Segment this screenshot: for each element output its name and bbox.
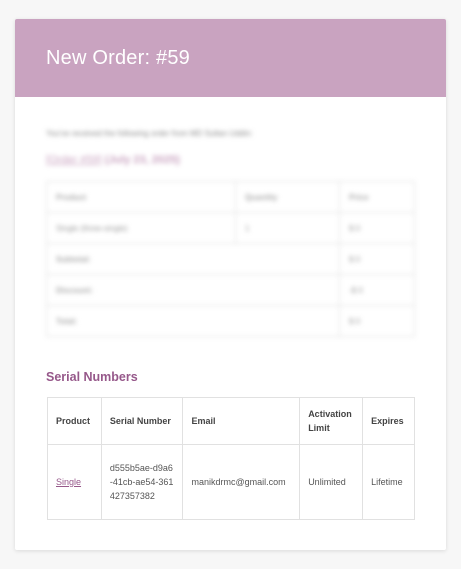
serials-col-serial-number: Serial Number (100, 397, 184, 445)
summary-col-price: Price (339, 181, 415, 213)
summary-discount-row: Discount: -$ 0 (46, 274, 415, 306)
summary-col-product: Product (46, 181, 236, 213)
summary-item-price: $ 0 (339, 212, 415, 244)
summary-col-quantity: Quantity (235, 181, 340, 213)
serial-numbers-table: Product Serial Number Email Activation L… (47, 397, 415, 520)
serial-number-value: d555b5ae-d9a6-41cb-ae54-361427357382 (100, 444, 184, 520)
email-card: New Order: #59 You've received the follo… (15, 19, 446, 550)
serials-header-row: Product Serial Number Email Activation L… (47, 397, 415, 445)
summary-item-product: Single (three-single) (46, 212, 236, 244)
subtotal-label: Subtotal: (46, 243, 340, 275)
serial-expires-value: Lifetime (362, 444, 415, 520)
serial-numbers-heading: Serial Numbers (46, 370, 138, 384)
total-value: $ 0 (339, 305, 415, 337)
order-link[interactable]: [Order #59] (46, 154, 102, 166)
serial-email-value: manikdrmc@gmail.com (182, 444, 301, 520)
summary-header-row: Product Quantity Price (46, 181, 415, 213)
serial-limit-value: Unlimited (299, 444, 364, 520)
email-header: New Order: #59 (15, 19, 446, 97)
summary-total-row: Total: $ 0 (46, 305, 415, 337)
summary-item-row: Single (three-single) 1 $ 0 (46, 212, 415, 244)
total-label: Total: (46, 305, 340, 337)
serials-col-expires: Expires (362, 397, 415, 445)
order-date: (July 23, 2025) (104, 154, 180, 166)
email-title: New Order: #59 (46, 46, 190, 69)
serials-col-activation-limit: Activation Limit (299, 397, 364, 445)
discount-value: -$ 0 (339, 274, 415, 306)
serials-col-email: Email (182, 397, 301, 445)
summary-item-quantity: 1 (235, 212, 340, 244)
discount-label: Discount: (46, 274, 340, 306)
serial-product-link[interactable]: Single (56, 477, 81, 487)
summary-subtotal-row: Subtotal: $ 0 (46, 243, 415, 275)
order-line: [Order #59] (July 23, 2025) (46, 154, 180, 166)
order-summary-table: Product Quantity Price Single (three-sin… (46, 181, 415, 337)
table-row: Single d555b5ae-d9a6-41cb-ae54-361427357… (47, 444, 415, 520)
serials-col-product: Product (47, 397, 102, 445)
intro-text: You've received the following order from… (46, 129, 253, 138)
serial-product-cell: Single (47, 444, 102, 520)
subtotal-value: $ 0 (339, 243, 415, 275)
